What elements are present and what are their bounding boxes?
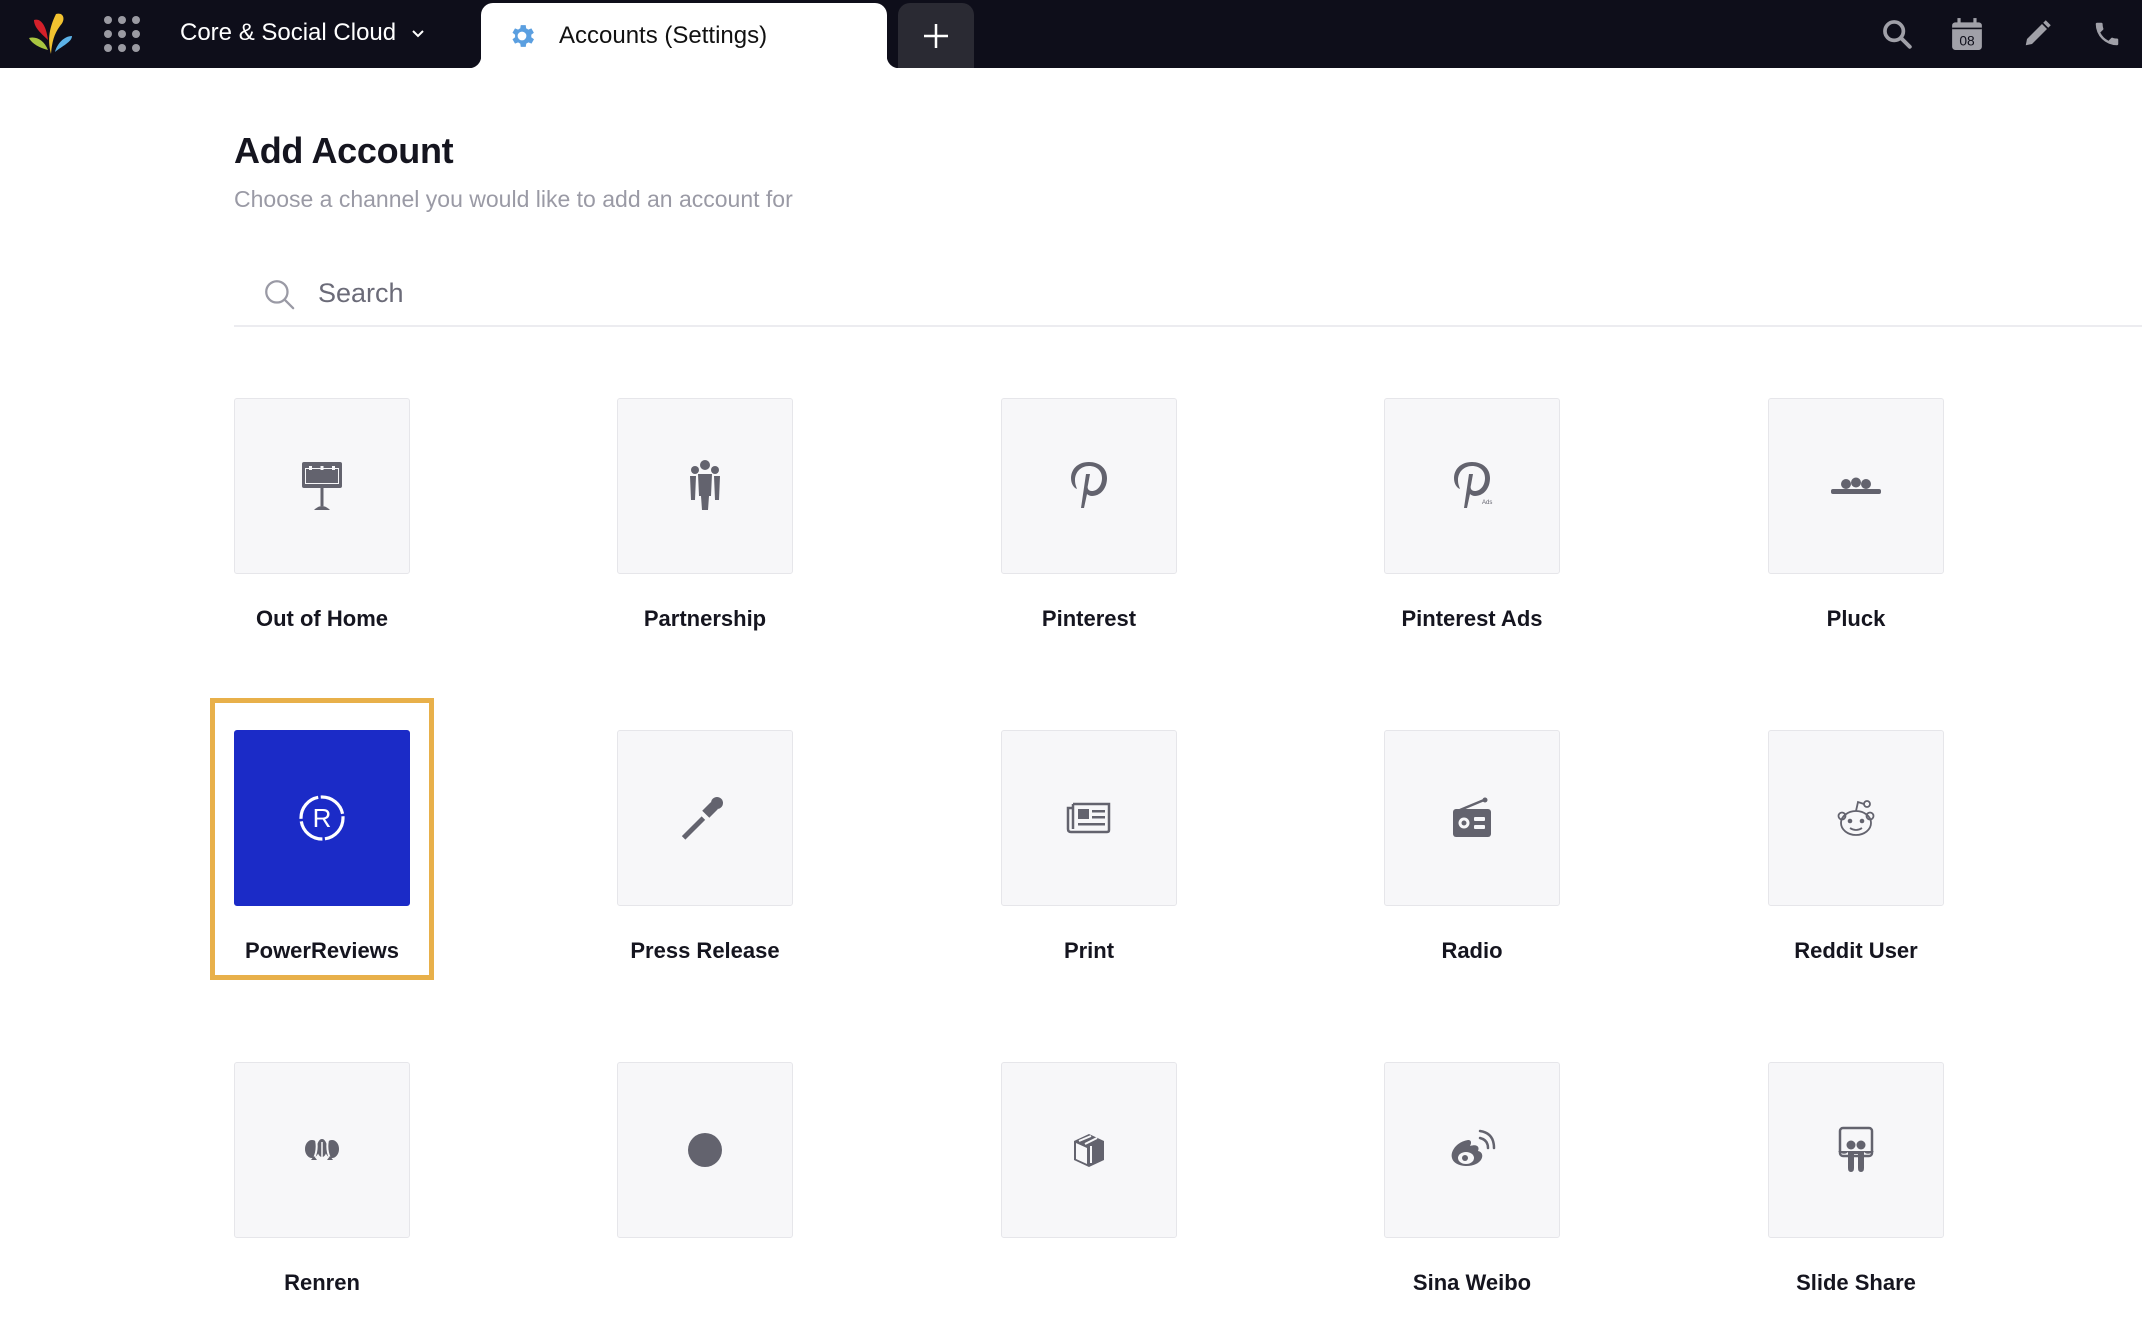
newspaper-icon <box>1066 802 1111 834</box>
channel-tile[interactable]: R <box>234 730 410 906</box>
svg-text:R: R <box>313 803 332 833</box>
channel-search <box>234 262 2142 327</box>
channel-label: Slide Share <box>1796 1270 1916 1295</box>
channel-label: Pinterest Ads <box>1401 606 1543 631</box>
tab-label: Accounts (Settings) <box>559 21 768 49</box>
channel-card-print[interactable]: Print <box>1001 730 1177 963</box>
channel-label: Partnership <box>643 606 767 631</box>
renren-icon <box>305 1139 339 1160</box>
channel-tile[interactable] <box>617 398 793 574</box>
channel-card-reddit-user[interactable]: Reddit User <box>1768 730 1944 963</box>
calendar-date: 08 <box>1959 33 1975 49</box>
tab-accounts-settings[interactable]: Accounts (Settings) <box>469 3 899 68</box>
top-navigation-bar: Core & Social Cloud Accounts (Settings) … <box>0 0 2142 68</box>
search-button[interactable] <box>1862 0 1932 68</box>
channel-card-powerreviews[interactable]: R PowerReviews <box>234 730 410 963</box>
channel-label: Reddit User <box>1794 938 1918 963</box>
pencil-icon <box>2025 20 2051 46</box>
channel-label: Renren <box>284 1270 360 1295</box>
channel-label: Pinterest <box>1041 606 1137 631</box>
phone-button[interactable] <box>2072 0 2142 68</box>
pinterest-ads-icon: Ads <box>1454 462 1492 508</box>
channel-tile[interactable] <box>1768 398 1944 574</box>
topbar-actions: 08 <box>1862 0 2142 68</box>
channel-card-pinterest-ads[interactable]: Ads Pinterest Ads <box>1384 398 1560 631</box>
search-input[interactable] <box>318 278 1918 309</box>
calendar-button[interactable]: 08 <box>1932 0 2002 68</box>
circle-icon <box>688 1133 722 1167</box>
reddit-icon <box>1837 800 1875 836</box>
channel-label: Pluck <box>1826 606 1886 631</box>
app-launcher-button[interactable] <box>102 14 140 52</box>
channel-card-out-of-home[interactable]: Out of Home <box>234 398 410 631</box>
weibo-icon <box>1451 1129 1496 1166</box>
channel-tile[interactable] <box>234 398 410 574</box>
channel-card-renren[interactable]: Renren <box>234 1062 410 1295</box>
new-tab-button[interactable] <box>898 3 974 68</box>
channel-tile[interactable] <box>1768 730 1944 906</box>
group-icon <box>690 460 720 510</box>
slideshare-icon <box>1838 1126 1874 1172</box>
radio-icon <box>1453 797 1491 837</box>
microphone-icon <box>681 797 723 840</box>
page-title: Add Account <box>234 130 454 171</box>
page-subtitle: Choose a channel you would like to add a… <box>234 186 793 212</box>
channel-label: Out of Home <box>256 606 388 631</box>
channel-label: Press Release <box>630 938 780 963</box>
channel-label: Print <box>1063 938 1115 963</box>
billboard-icon <box>302 462 342 510</box>
channel-tile[interactable] <box>1768 1062 1944 1238</box>
pluck-icon <box>1831 477 1881 494</box>
channel-tile[interactable] <box>1001 398 1177 574</box>
channel-tile[interactable] <box>1384 1062 1560 1238</box>
channel-label: Radio <box>1441 938 1503 963</box>
logo-icon[interactable] <box>26 10 76 58</box>
gear-icon <box>512 24 534 47</box>
channel-tile[interactable] <box>617 1062 793 1238</box>
channel-card-partnership[interactable]: Partnership <box>617 398 793 631</box>
ads-caption: Ads <box>1482 500 1492 506</box>
channel-tile[interactable] <box>617 730 793 906</box>
channel-label: Sina Weibo <box>1412 1270 1532 1295</box>
channel-card-radio[interactable]: Radio <box>1384 730 1560 963</box>
plus-icon <box>924 23 948 48</box>
channel-tile[interactable] <box>234 1062 410 1238</box>
channel-card-pinterest[interactable]: Pinterest <box>1001 398 1177 631</box>
search-icon <box>265 279 295 309</box>
powerreviews-icon: R <box>299 795 345 841</box>
channel-tile[interactable] <box>1001 730 1177 906</box>
channel-tile[interactable]: Ads <box>1384 398 1560 574</box>
channel-card-press-release[interactable]: Press Release <box>617 730 793 963</box>
calendar-icon: 08 <box>1952 18 1982 50</box>
channel-card-pluck[interactable]: Pluck <box>1768 398 1944 631</box>
channel-card-unlabeled-circle[interactable] <box>617 1062 793 1238</box>
compose-button[interactable] <box>2002 0 2072 68</box>
channel-card-sina-weibo[interactable]: Sina Weibo <box>1384 1062 1560 1295</box>
pinterest-icon <box>1071 462 1107 508</box>
product-switcher[interactable]: Core & Social Cloud <box>180 18 426 48</box>
chevron-down-icon <box>412 30 424 38</box>
channel-tile[interactable] <box>1384 730 1560 906</box>
box-icon <box>1074 1134 1104 1167</box>
phone-icon <box>2095 22 2119 46</box>
channel-tile[interactable] <box>1001 1062 1177 1238</box>
product-label: Core & Social Cloud <box>180 19 397 46</box>
channel-card-slide-share[interactable]: Slide Share <box>1768 1062 1944 1295</box>
channel-label: PowerReviews <box>244 938 400 963</box>
channel-card-unlabeled-box[interactable] <box>1001 1062 1177 1238</box>
search-icon <box>1883 20 1912 49</box>
